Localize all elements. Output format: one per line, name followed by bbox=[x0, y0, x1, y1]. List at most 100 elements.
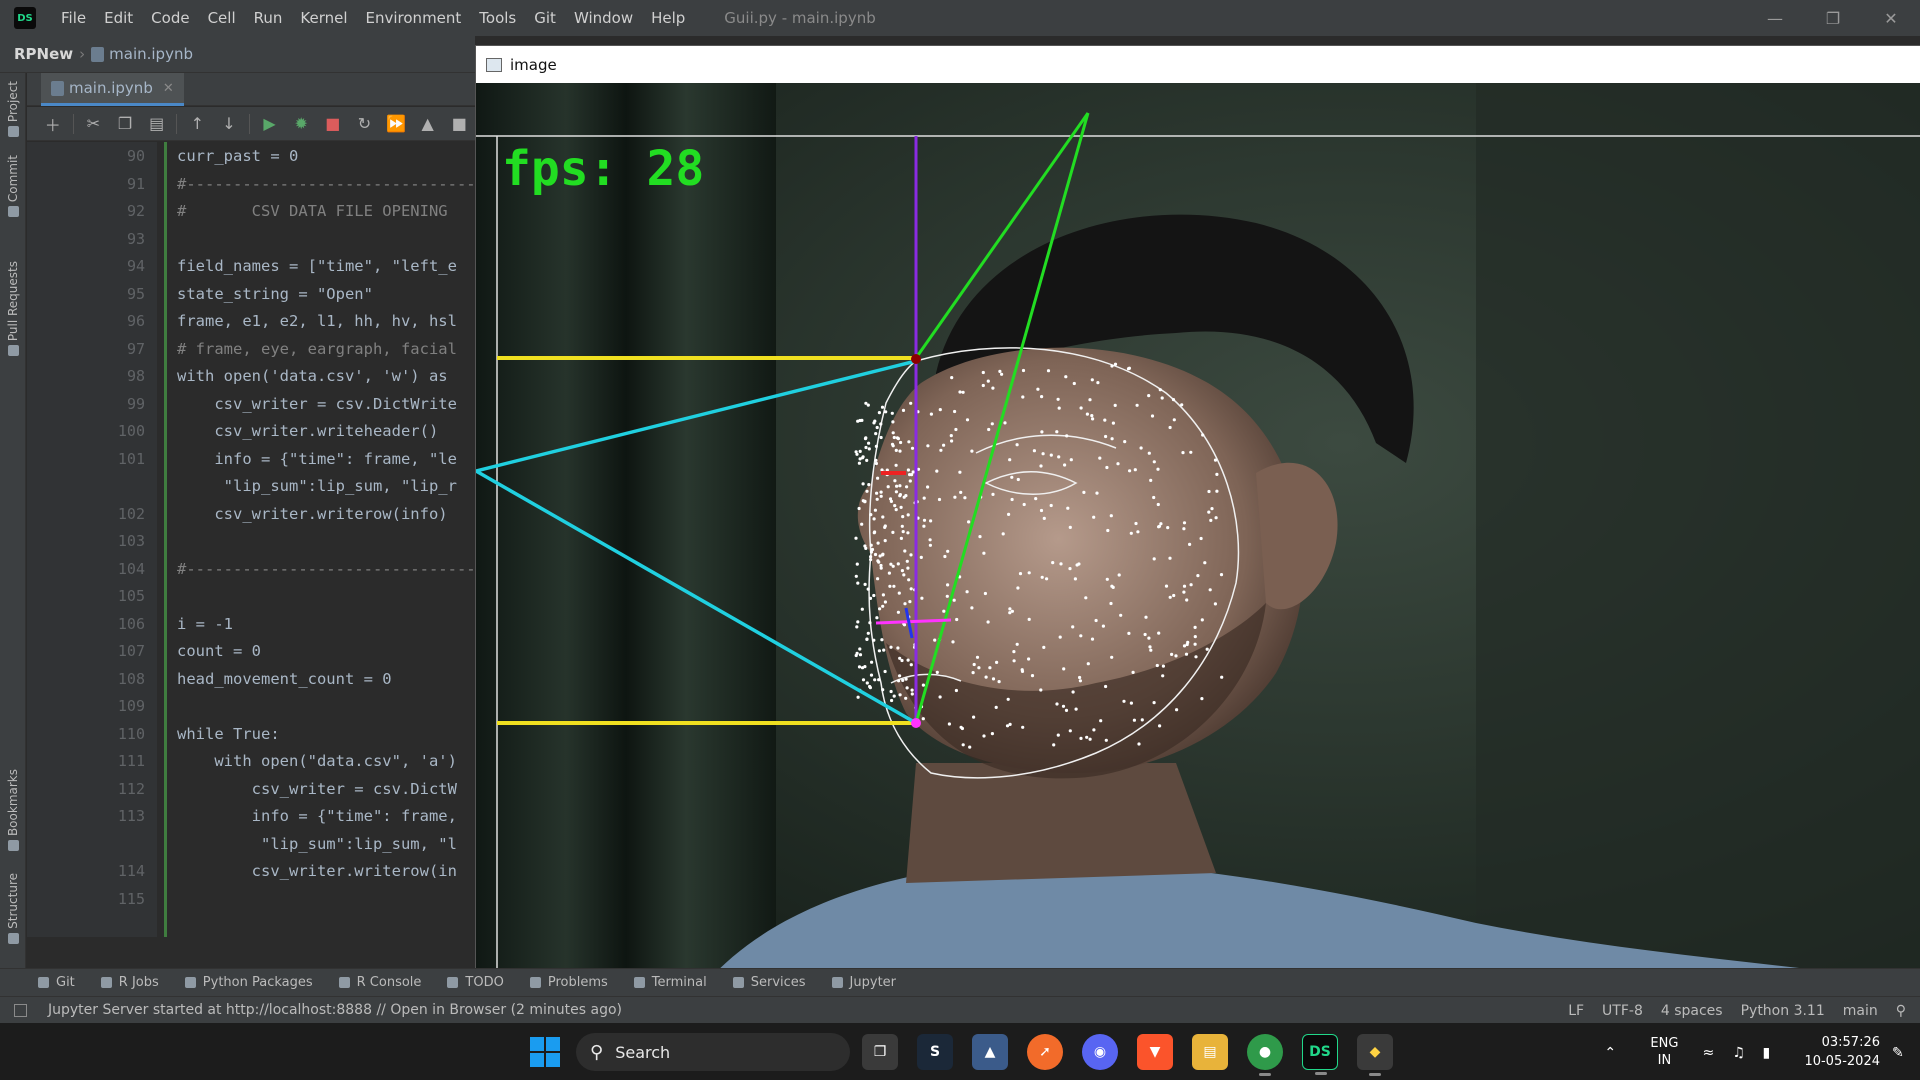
close-icon[interactable]: ✕ bbox=[1862, 0, 1920, 36]
chrome-icon[interactable]: ● bbox=[1247, 1034, 1283, 1076]
taskbar-search[interactable]: ⚲ Search bbox=[576, 1033, 850, 1071]
move-up-icon[interactable]: ↑ bbox=[181, 110, 213, 138]
menu-tools[interactable]: Tools bbox=[470, 9, 525, 27]
breadcrumb-project[interactable]: RPNew bbox=[14, 45, 73, 63]
menu-window[interactable]: Window bbox=[565, 9, 642, 27]
close-tab-icon[interactable]: ✕ bbox=[163, 81, 174, 96]
debug-icon[interactable]: ✹ bbox=[285, 110, 317, 138]
menu-cell[interactable]: Cell bbox=[199, 9, 245, 27]
commit-tool-tab[interactable]: Commit bbox=[3, 155, 23, 218]
menu-file[interactable]: File bbox=[52, 9, 95, 27]
menu-git[interactable]: Git bbox=[525, 9, 565, 27]
clock[interactable]: 03:57:26 10-05-2024 bbox=[1804, 1033, 1880, 1071]
code-line[interactable]: while True: bbox=[177, 725, 280, 743]
pull-requests-tool-tab[interactable]: Pull Requests bbox=[3, 261, 23, 357]
code-line[interactable]: csv_writer.writerow(info) bbox=[177, 505, 447, 523]
clear-outputs-icon[interactable]: ▲ bbox=[412, 110, 444, 138]
git-branch-widget[interactable]: main bbox=[1843, 1003, 1878, 1019]
code-line[interactable]: # frame, eye, eargraph, facial bbox=[177, 340, 457, 358]
menu-kernel[interactable]: Kernel bbox=[291, 9, 356, 27]
project-tool-tab[interactable]: Project bbox=[3, 81, 23, 138]
code-line[interactable]: #-------------------------------- bbox=[177, 175, 475, 193]
lock-icon[interactable]: ⚲ bbox=[1896, 1003, 1906, 1019]
encoding-widget[interactable]: UTF-8 bbox=[1602, 1003, 1643, 1019]
code-line[interactable]: # CSV DATA FILE OPENING bbox=[177, 202, 448, 220]
menu-environment[interactable]: Environment bbox=[357, 9, 471, 27]
indent-widget[interactable]: 4 spaces bbox=[1661, 1003, 1723, 1019]
code-line[interactable]: info = {"time": frame, bbox=[177, 807, 457, 825]
minimize-icon[interactable]: — bbox=[1746, 0, 1804, 36]
volume-icon[interactable]: ♫ bbox=[1732, 1045, 1750, 1061]
code-line[interactable]: csv_writer.writeheader() bbox=[177, 422, 438, 440]
task-view-icon[interactable]: ❐ bbox=[862, 1034, 898, 1070]
dataspell-icon[interactable]: DS bbox=[1302, 1034, 1338, 1075]
code-line[interactable]: csv_writer = csv.DictW bbox=[177, 780, 457, 798]
code-line[interactable]: csv_writer = csv.DictWrite bbox=[177, 395, 457, 413]
image-window-titlebar[interactable]: image bbox=[476, 46, 1920, 83]
tab-r-jobs[interactable]: R Jobs bbox=[100, 975, 159, 990]
image-window[interactable]: image fps: 28 bbox=[475, 45, 1920, 983]
menu-code[interactable]: Code bbox=[142, 9, 198, 27]
toggle-tool-windows-icon[interactable] bbox=[14, 1004, 27, 1017]
notifications-icon[interactable]: ✎ bbox=[1892, 1045, 1910, 1061]
language-indicator[interactable]: ENG IN bbox=[1650, 1035, 1678, 1069]
code-line[interactable]: head_movement_count = 0 bbox=[177, 670, 392, 688]
tab-main-ipynb[interactable]: main.ipynb ✕ bbox=[41, 73, 184, 106]
tab-terminal[interactable]: Terminal bbox=[633, 975, 707, 990]
menu-run[interactable]: Run bbox=[245, 9, 292, 27]
move-down-icon[interactable]: ↓ bbox=[213, 110, 245, 138]
landmark-point bbox=[906, 566, 910, 570]
postman-icon[interactable]: ➚ bbox=[1027, 1034, 1063, 1070]
code-line[interactable]: csv_writer.writerow(in bbox=[177, 862, 457, 880]
battery-icon[interactable]: ▮ bbox=[1762, 1045, 1780, 1061]
tab-jupyter[interactable]: Jupyter bbox=[831, 975, 896, 990]
tab-python-packages[interactable]: Python Packages bbox=[184, 975, 313, 990]
code-line[interactable]: state_string = "Open" bbox=[177, 285, 373, 303]
code-line[interactable]: count = 0 bbox=[177, 642, 261, 660]
run-cell-icon[interactable]: ▶ bbox=[254, 110, 286, 138]
code-editor[interactable]: 90 91 92 93 94 95 96 97 98 99 100 101 102 103 104 105 10… bbox=[27, 142, 475, 937]
chevron-up-icon[interactable]: ⌃ bbox=[1604, 1045, 1622, 1061]
bookmarks-tool-tab[interactable]: Bookmarks bbox=[3, 769, 23, 852]
interpreter-widget[interactable]: Python 3.11 bbox=[1741, 1003, 1825, 1019]
windows-start-icon[interactable] bbox=[530, 1037, 560, 1067]
tab-r-console[interactable]: R Console bbox=[338, 975, 421, 990]
menu-help[interactable]: Help bbox=[642, 9, 694, 27]
tab-problems[interactable]: Problems bbox=[529, 975, 608, 990]
code-line[interactable]: "lip_sum":lip_sum, "l bbox=[177, 835, 457, 853]
code-line[interactable]: field_names = ["time", "left_e bbox=[177, 257, 457, 275]
restart-kernel-icon[interactable]: ↻ bbox=[349, 110, 381, 138]
python-icon[interactable]: ◆ bbox=[1357, 1034, 1393, 1076]
copy-icon[interactable]: ❐ bbox=[109, 110, 141, 138]
tab-services[interactable]: Services bbox=[732, 975, 806, 990]
code-line[interactable]: info = {"time": frame, "le bbox=[177, 450, 457, 468]
code-line[interactable]: curr_past = 0 bbox=[177, 147, 298, 165]
discord-icon[interactable]: ◉ bbox=[1082, 1034, 1118, 1070]
code-line[interactable]: #-------------------------------- bbox=[177, 560, 475, 578]
line-separator-widget[interactable]: LF bbox=[1568, 1003, 1584, 1019]
stop-icon[interactable]: ■ bbox=[317, 110, 349, 138]
photos-icon[interactable]: ▲ bbox=[972, 1034, 1008, 1070]
code-line[interactable]: i = -1 bbox=[177, 615, 233, 633]
wifi-icon[interactable]: ≈ bbox=[1702, 1045, 1720, 1061]
status-message[interactable]: Jupyter Server started at http://localho… bbox=[48, 1002, 622, 1018]
run-all-icon[interactable]: ⏩ bbox=[380, 110, 412, 138]
code-line[interactable]: frame, e1, e2, l1, hh, hv, hsl bbox=[177, 312, 457, 330]
code-line[interactable]: with open("data.csv", 'a') bbox=[177, 752, 457, 770]
code-line[interactable]: "lip_sum":lip_sum, "lip_r bbox=[177, 477, 457, 495]
restore-icon[interactable]: ❐ bbox=[1804, 0, 1862, 36]
add-cell-icon[interactable]: ＋ bbox=[37, 110, 69, 138]
file-explorer-icon[interactable]: ▤ bbox=[1192, 1034, 1228, 1070]
breadcrumb-file[interactable]: main.ipynb bbox=[109, 45, 193, 63]
steam-icon[interactable]: S bbox=[917, 1034, 953, 1070]
tab-todo[interactable]: TODO bbox=[447, 975, 504, 990]
tab-git[interactable]: Git bbox=[38, 975, 75, 990]
menu-edit[interactable]: Edit bbox=[95, 9, 142, 27]
paste-icon[interactable]: ▤ bbox=[141, 110, 173, 138]
brave-icon[interactable]: ▼ bbox=[1137, 1034, 1173, 1070]
cut-icon[interactable]: ✂ bbox=[78, 110, 110, 138]
code-line[interactable]: with open('data.csv', 'w') as bbox=[177, 367, 448, 385]
delete-cell-icon[interactable]: ■ bbox=[443, 110, 475, 138]
structure-tool-tab[interactable]: Structure bbox=[3, 873, 23, 944]
dataspell-logo-icon[interactable]: DS bbox=[14, 7, 36, 29]
